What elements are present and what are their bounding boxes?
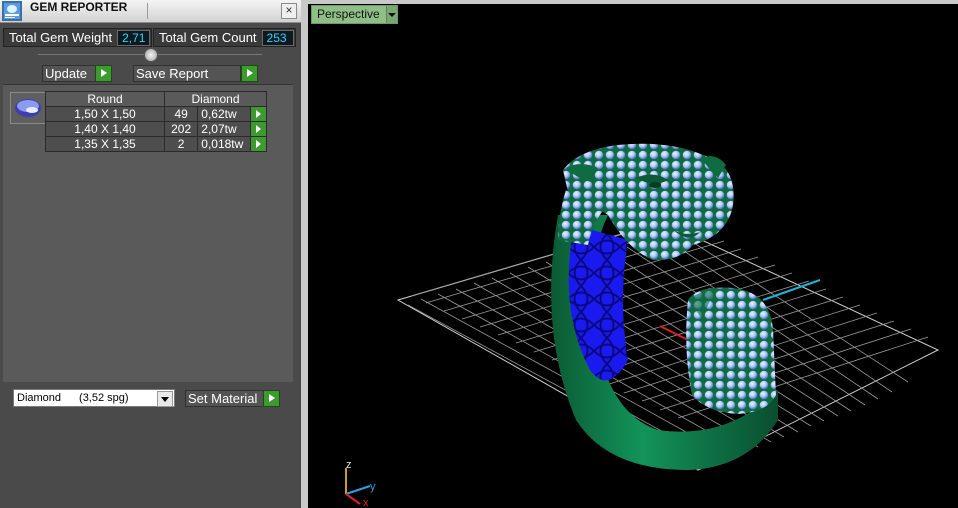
total-gem-count-value: 253 <box>261 29 294 46</box>
save-report-button[interactable]: Save Report <box>133 65 241 82</box>
3d-viewport[interactable]: z y x Perspective <box>308 0 958 508</box>
table-row[interactable]: 1,50 X 1,50 49 0,62tw <box>45 106 268 122</box>
gem-reporter-app-icon <box>2 1 22 21</box>
close-icon[interactable]: × <box>281 3 297 19</box>
perspective-label: Perspective <box>317 7 380 21</box>
material-select[interactable]: Diamond (3,52 spg) <box>13 389 175 407</box>
header-shape: Round <box>45 91 165 107</box>
panel-slider-knob[interactable] <box>144 48 158 62</box>
title-separator <box>147 3 148 19</box>
axis-x-label: x <box>363 497 369 508</box>
gem-thumbnail-icon[interactable] <box>10 92 46 124</box>
material-select-value: Diamond (3,52 spg) <box>17 392 129 404</box>
gem-size: 1,50 X 1,50 <box>45 106 165 122</box>
perspective-view-dropdown[interactable]: Perspective <box>311 5 398 24</box>
set-material-play-arrow-icon[interactable] <box>263 390 280 407</box>
row-play-arrow-icon[interactable] <box>249 121 268 137</box>
axis-y-label: y <box>370 481 376 493</box>
total-gem-weight-label: Total Gem Weight <box>9 30 113 45</box>
set-material-button[interactable]: Set Material <box>185 390 264 407</box>
gem-count: 202 <box>163 121 199 137</box>
dropdown-arrow-icon[interactable] <box>386 6 397 23</box>
table-row[interactable]: 1,35 X 1,35 2 0,018tw <box>45 136 268 152</box>
gem-size: 1,35 X 1,35 <box>45 136 165 152</box>
panel-titlebar: GEM REPORTER × <box>0 0 301 23</box>
total-gem-count-label: Total Gem Count <box>159 30 257 45</box>
update-play-arrow-icon[interactable] <box>95 65 112 82</box>
panel-divider[interactable] <box>301 0 308 508</box>
total-gem-count-box: Total Gem Count 253 <box>153 28 296 47</box>
gem-table-header: Round Diamond <box>45 91 267 107</box>
gem-count: 49 <box>163 106 199 122</box>
axis-z-label: z <box>346 459 352 471</box>
total-gem-weight-box: Total Gem Weight 2,71 <box>3 28 152 47</box>
row-play-arrow-icon[interactable] <box>249 136 268 152</box>
total-gem-weight-value: 2,71 <box>117 29 151 46</box>
row-play-arrow-icon[interactable] <box>249 106 268 122</box>
gem-size: 1,40 X 1,40 <box>45 121 165 137</box>
gem-table: Round Diamond 1,50 X 1,50 49 0,62tw 1,40… <box>45 91 268 152</box>
dropdown-arrow-icon[interactable] <box>157 391 173 407</box>
axis-triad: z y x <box>345 459 376 508</box>
gem-weight: 2,07tw <box>197 121 251 137</box>
viewport-top-bar <box>308 0 958 4</box>
table-row[interactable]: 1,40 X 1,40 202 2,07tw <box>45 121 268 137</box>
gem-weight: 0,62tw <box>197 106 251 122</box>
header-material: Diamond <box>164 91 267 107</box>
gem-reporter-panel: GEM REPORTER × Total Gem Weight 2,71 Tot… <box>0 0 301 508</box>
panel-title: GEM REPORTER <box>30 0 128 14</box>
viewport-scene[interactable]: z y x <box>308 0 958 508</box>
save-report-play-arrow-icon[interactable] <box>241 65 258 82</box>
gem-count: 2 <box>163 136 199 152</box>
update-button[interactable]: Update <box>42 65 96 82</box>
gem-weight: 0,018tw <box>197 136 251 152</box>
